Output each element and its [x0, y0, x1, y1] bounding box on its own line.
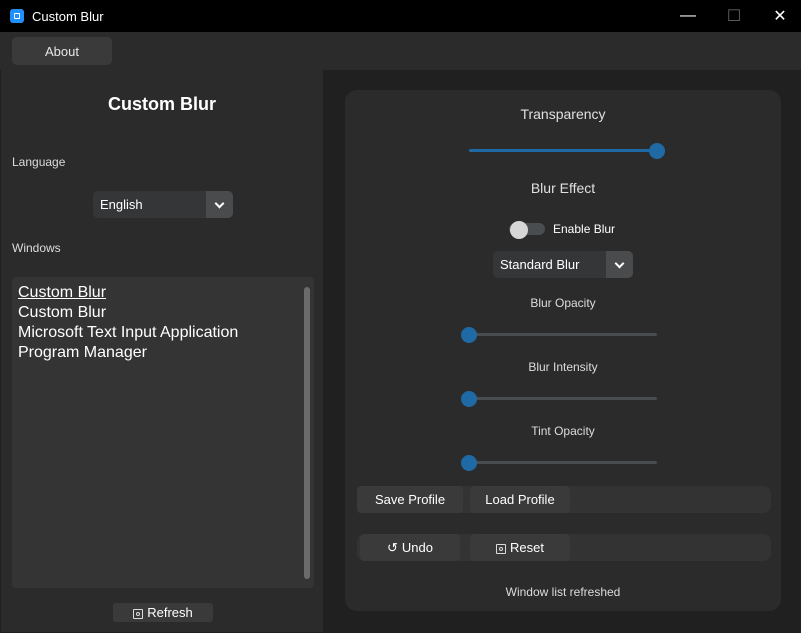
title-bar: Custom Blur — ☐ ✕ — [0, 0, 801, 32]
slider-track — [469, 397, 657, 400]
blur-type-dropdown-arrow[interactable] — [606, 251, 633, 278]
about-button[interactable]: About — [12, 37, 112, 65]
list-item[interactable]: Program Manager — [18, 344, 147, 362]
close-button[interactable]: ✕ — [757, 0, 801, 32]
list-item[interactable]: Microsoft Text Input Application — [18, 324, 238, 342]
slider-track — [469, 461, 657, 464]
tint-opacity-label: Tint Opacity — [531, 424, 595, 438]
refresh-icon — [133, 608, 144, 619]
slider-fill — [469, 149, 657, 152]
language-select[interactable]: English — [93, 191, 233, 218]
undo-label: Undo — [401, 540, 433, 555]
slider-thumb[interactable] — [461, 391, 477, 407]
window-title: Custom Blur — [32, 9, 104, 24]
maximize-button[interactable]: ☐ — [711, 0, 757, 32]
windows-list[interactable]: Custom Blur Custom Blur Microsoft Text I… — [12, 277, 314, 588]
sidebar: Custom Blur Language English Windows Cus… — [1, 70, 323, 632]
windows-list-scrollbar[interactable] — [304, 287, 310, 579]
reset-label: Reset — [510, 540, 544, 555]
enable-blur-label: Enable Blur — [553, 222, 616, 236]
blur-type-select[interactable]: Standard Blur — [493, 251, 633, 278]
action-button-row: ↺ Undo Reset — [357, 534, 771, 561]
app-heading: Custom Blur — [108, 94, 216, 114]
blur-intensity-slider[interactable] — [461, 391, 657, 407]
load-profile-button[interactable]: Load Profile — [470, 486, 570, 513]
blur-opacity-label: Blur Opacity — [530, 296, 596, 310]
blur-effect-title: Blur Effect — [530, 180, 596, 196]
blur-type-value: Standard Blur — [500, 257, 580, 272]
transparency-slider[interactable] — [469, 143, 665, 159]
save-profile-button[interactable]: Save Profile — [357, 486, 463, 513]
undo-icon: ↺ — [387, 539, 398, 555]
tint-opacity-slider[interactable] — [461, 455, 657, 471]
top-bar: About — [0, 32, 801, 70]
minimize-button[interactable]: — — [665, 0, 711, 32]
language-value: English — [100, 197, 143, 212]
blur-opacity-slider[interactable] — [461, 327, 657, 343]
app-icon — [10, 9, 24, 23]
chevron-down-icon — [214, 198, 225, 208]
language-dropdown-arrow[interactable] — [206, 191, 233, 218]
blur-intensity-label: Blur Intensity — [528, 360, 598, 374]
slider-thumb[interactable] — [461, 327, 477, 343]
reset-icon — [496, 543, 507, 554]
refresh-label: Refresh — [147, 605, 193, 620]
list-item[interactable]: Custom Blur — [18, 304, 106, 322]
slider-thumb[interactable] — [461, 455, 477, 471]
slider-track — [469, 333, 657, 336]
slider-thumb[interactable] — [649, 143, 665, 159]
reset-button[interactable]: Reset — [470, 534, 570, 561]
undo-button[interactable]: ↺ Undo — [360, 534, 460, 561]
transparency-title: Transparency — [520, 106, 606, 122]
settings-panel: Transparency Blur Effect Enable Blur Sta… — [345, 90, 781, 611]
list-item[interactable]: Custom Blur — [18, 284, 106, 302]
status-text: Window list refreshed — [505, 585, 621, 599]
windows-label: Windows — [12, 241, 61, 255]
chevron-down-icon — [614, 258, 625, 268]
toggle-knob[interactable] — [510, 221, 528, 239]
profile-button-row: Save Profile Load Profile — [357, 486, 771, 513]
language-label: Language — [12, 155, 66, 169]
refresh-button[interactable]: Refresh — [113, 603, 213, 622]
